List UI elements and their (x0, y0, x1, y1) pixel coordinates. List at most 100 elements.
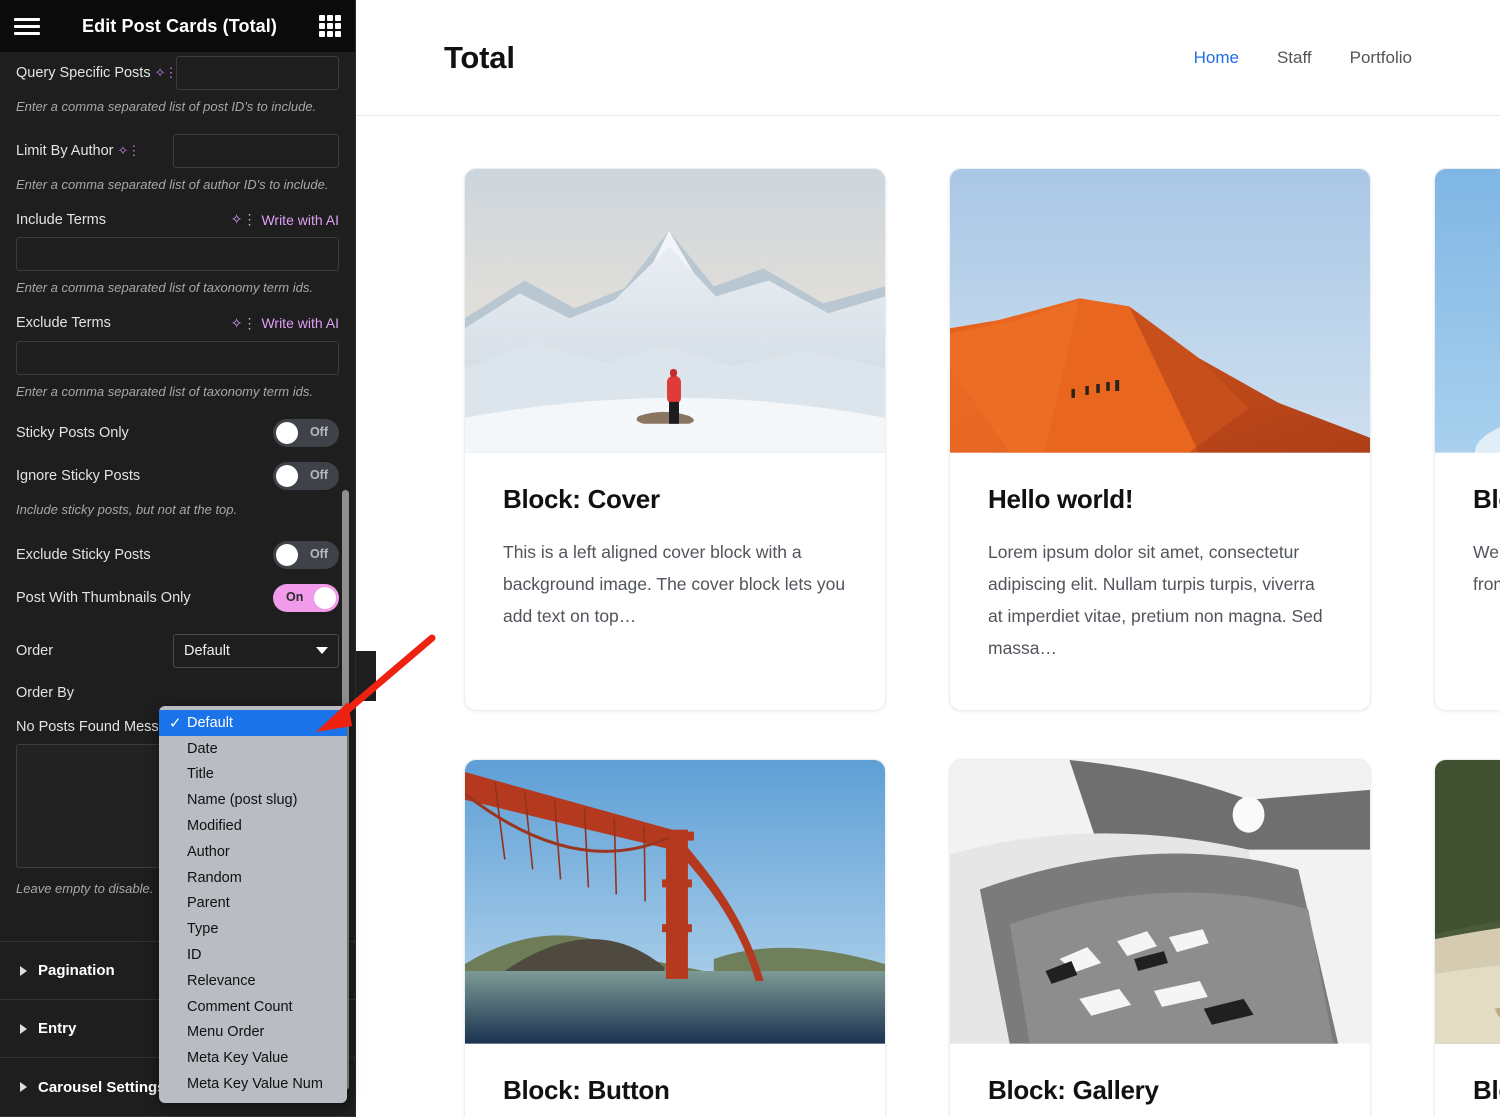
dropdown-option[interactable]: Title (159, 762, 347, 788)
dropdown-option-label: Menu Order (187, 1024, 265, 1041)
site-logo[interactable]: Total (444, 40, 515, 76)
toggle-knob (276, 465, 298, 488)
post-card[interactable]: Block: Quote (1434, 759, 1500, 1117)
post-with-thumbnails-only-toggle[interactable]: On (273, 583, 339, 612)
post-card-image-snow-mountain-hiker (465, 169, 885, 454)
ai-sparkle-icon: ✧⋮ (230, 211, 257, 228)
dropdown-option[interactable]: Name (post slug) (159, 787, 347, 813)
toggle-label: Exclude Sticky Posts (16, 546, 151, 563)
no-posts-found-label: No Posts Found Mess (16, 718, 159, 735)
post-card[interactable]: Hello world! Lorem ipsum dolor sit amet,… (949, 168, 1371, 712)
post-card-title[interactable]: Block: Gallery (988, 1075, 1332, 1106)
field-exclude-terms-header: Exclude Terms ✧⋮ Write with AI (16, 315, 339, 332)
order-row: Order Default (16, 633, 339, 668)
dropdown-option[interactable]: Author (159, 839, 347, 865)
include-terms-input[interactable] (16, 237, 339, 272)
panel-edge-notch (356, 651, 376, 701)
dropdown-option-label: Parent (187, 895, 230, 912)
site-preview: Total Home Staff Portfolio Block: Cover … (356, 0, 1500, 1117)
dropdown-option[interactable]: ✓ Default (159, 710, 347, 736)
post-card-title[interactable]: Hello world! (988, 484, 1332, 515)
query-specific-posts-input[interactable] (176, 56, 339, 90)
toggle-knob (276, 543, 298, 566)
dropdown-option-label: Title (187, 766, 214, 783)
nav-link-staff[interactable]: Staff (1277, 48, 1312, 68)
post-card-image-camel-blue-sky (1435, 169, 1500, 454)
post-card-body: Block: Image Welcome to the recognize th… (1435, 454, 1500, 647)
post-card-title[interactable]: Block: Image (1473, 484, 1500, 515)
write-with-ai-label: Write with AI (261, 211, 339, 228)
nav-link-home[interactable]: Home (1194, 48, 1239, 68)
site-nav: Home Staff Portfolio (1194, 48, 1412, 68)
post-card-excerpt: Lorem ipsum dolor sit amet, consectetur … (988, 542, 1323, 658)
field-label: Exclude Terms (16, 315, 111, 332)
post-card[interactable]: Block: Image Welcome to the recognize th… (1434, 168, 1500, 712)
toggle-row-ignore-sticky-posts: Ignore Sticky Posts Off (16, 462, 339, 491)
field-help-text: Enter a comma separated list of taxonomy… (16, 383, 313, 399)
order-select[interactable]: Default (173, 633, 339, 668)
dropdown-option-label: Meta Key Value (187, 1050, 289, 1067)
sticky-posts-only-toggle[interactable]: Off (273, 419, 339, 448)
dropdown-option[interactable]: Type (159, 916, 347, 942)
dropdown-option[interactable]: Parent (159, 891, 347, 917)
dropdown-option-label: Meta Key Value Num (187, 1076, 323, 1093)
post-card[interactable]: Block: Gallery (949, 759, 1371, 1117)
panel-title: Edit Post Cards (Total) (82, 15, 277, 36)
toggle-knob (276, 422, 298, 445)
dropdown-option[interactable]: Relevance (159, 968, 347, 994)
toggle-state: Off (309, 468, 328, 483)
order-by-label: Order By (16, 684, 75, 701)
post-card-title[interactable]: Block: Quote (1473, 1075, 1500, 1106)
dropdown-option[interactable]: Meta Key Value (159, 1045, 347, 1071)
ai-sparkle-icon: ✧⋮ (230, 314, 257, 331)
toggle-row-exclude-sticky-posts: Exclude Sticky Posts Off (16, 540, 339, 569)
post-card-body: Block: Cover This is a left aligned cove… (465, 454, 885, 679)
post-card-image-cliff-beach (1435, 760, 1500, 1045)
hamburger-icon[interactable] (14, 17, 40, 35)
post-card[interactable]: Block: Cover This is a left aligned cove… (464, 168, 886, 712)
nav-link-portfolio[interactable]: Portfolio (1350, 48, 1412, 68)
ignore-sticky-posts-toggle[interactable]: Off (273, 462, 339, 491)
toggle-state: Off (309, 425, 328, 440)
dropdown-option[interactable]: Modified (159, 813, 347, 839)
chevron-right-icon (20, 1082, 27, 1092)
dropdown-option[interactable]: Menu Order (159, 1020, 347, 1046)
order-select-value: Default (184, 642, 230, 659)
ai-sparkle-icon[interactable]: ✧⋮ (155, 65, 178, 80)
post-card-title[interactable]: Block: Cover (503, 484, 847, 515)
toggle-knob (314, 586, 336, 609)
grid-apps-icon[interactable] (319, 15, 341, 37)
order-by-dropdown-menu[interactable]: ✓ Default Date Title Name (post slug) Modifie… (159, 706, 347, 1103)
dropdown-option[interactable]: ID (159, 942, 347, 968)
dropdown-option[interactable]: Random (159, 865, 347, 891)
site-header: Total Home Staff Portfolio (356, 0, 1500, 116)
field-query-specific-posts: Query Specific Posts ✧⋮ (16, 56, 339, 90)
post-card-image-orange-sand-dune (950, 169, 1370, 454)
field-label: Include Terms (16, 211, 106, 228)
post-card-title[interactable]: Block: Button (503, 1075, 847, 1106)
accordion-label: Carousel Settings (38, 1078, 166, 1096)
check-icon: ✓ (169, 714, 182, 732)
dropdown-option[interactable]: Comment Count (159, 994, 347, 1020)
post-card-excerpt: This is a left aligned cover block with … (503, 542, 846, 626)
toggle-label: Ignore Sticky Posts (16, 468, 141, 485)
dropdown-option[interactable]: Date (159, 736, 347, 762)
post-card-body: Block: Gallery (950, 1045, 1370, 1117)
chevron-right-icon (20, 1023, 27, 1034)
dropdown-option-label: Default (187, 714, 233, 731)
ai-sparkle-icon[interactable]: ✧⋮ (118, 143, 141, 158)
write-with-ai-label: Write with AI (261, 315, 339, 332)
toggle-help-text: Include sticky posts, but not at the top… (16, 502, 238, 518)
dropdown-option-label: Comment Count (187, 998, 293, 1015)
write-with-ai-exclude-terms[interactable]: ✧⋮ Write with AI (231, 315, 339, 332)
write-with-ai-include-terms[interactable]: ✧⋮ Write with AI (231, 211, 339, 228)
limit-by-author-input[interactable] (173, 133, 339, 168)
accordion-label: Entry (38, 1020, 77, 1037)
exclude-terms-input[interactable] (16, 340, 339, 375)
dropdown-option-label: Relevance (187, 972, 256, 989)
exclude-sticky-posts-toggle[interactable]: Off (273, 540, 339, 569)
post-card[interactable]: Block: Button (464, 759, 886, 1117)
toggle-label: Post With Thumbnails Only (16, 589, 191, 606)
order-by-row: Order By (16, 685, 339, 701)
dropdown-option[interactable]: Meta Key Value Num (159, 1071, 347, 1097)
